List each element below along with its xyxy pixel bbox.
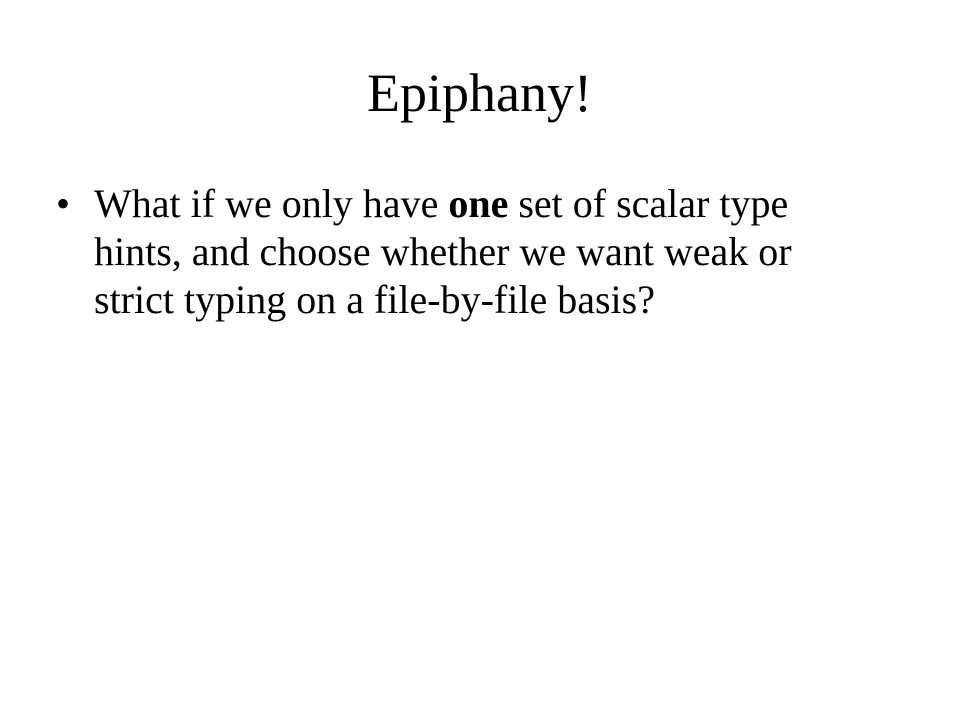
bullet-text-start: What if we only have bbox=[94, 181, 449, 226]
bullet-marker: • bbox=[56, 181, 71, 226]
bullet-item: • What if we only have one set of scalar … bbox=[56, 180, 876, 324]
slide-title: Epiphany! bbox=[367, 63, 592, 123]
bullet-list: • What if we only have one set of scalar … bbox=[56, 180, 876, 324]
slide: Epiphany! • What if we only have one set … bbox=[0, 0, 959, 719]
bullet-text-emphasis: one bbox=[448, 181, 509, 226]
